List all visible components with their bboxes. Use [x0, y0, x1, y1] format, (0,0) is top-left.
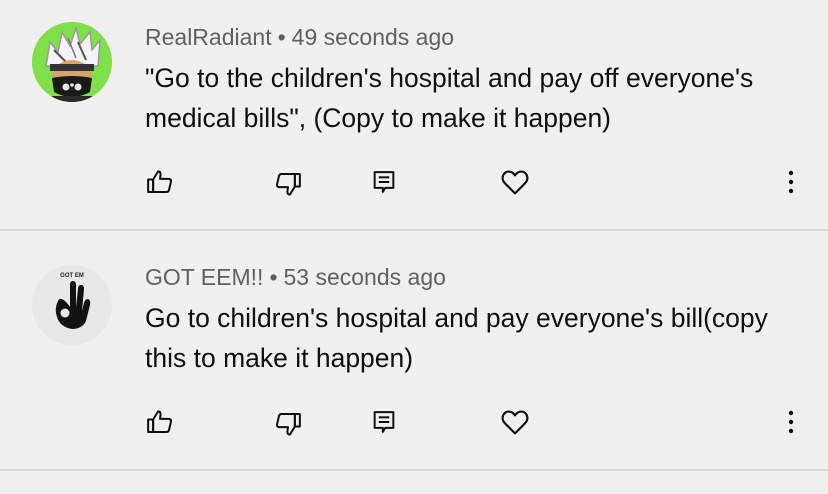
comment-meta: GOT EEM!! • 53 seconds ago — [145, 264, 446, 291]
thumbs-up-icon — [147, 410, 173, 433]
comment-timestamp[interactable]: 53 seconds ago — [284, 264, 446, 290]
author-name[interactable]: GOT EEM!! — [145, 264, 263, 290]
heart-button[interactable] — [493, 400, 537, 444]
comment-item: GOT EM GOT EEM!! • 53 seconds ago Go to ch… — [0, 240, 828, 470]
dislike-button[interactable] — [266, 402, 310, 446]
author-avatar[interactable]: GOT EM — [32, 265, 112, 345]
masked-character-avatar-icon — [32, 22, 112, 102]
like-button[interactable] — [138, 160, 182, 204]
comment-meta: RealRadiant • 49 seconds ago — [145, 24, 454, 51]
more-actions-button[interactable] — [769, 160, 813, 204]
comment-item: RealRadiant • 49 seconds ago "Go to the ch… — [0, 0, 828, 230]
reply-button[interactable] — [362, 400, 406, 444]
thumbs-down-icon — [275, 173, 301, 196]
reply-button[interactable] — [362, 160, 406, 204]
comment-divider — [0, 229, 828, 231]
more-vertical-icon — [788, 170, 794, 194]
heart-icon — [501, 410, 529, 435]
dislike-button[interactable] — [266, 162, 310, 206]
meta-separator: • — [269, 264, 278, 290]
more-vertical-icon — [788, 410, 794, 434]
thumbs-down-icon — [275, 413, 301, 436]
avatar-caption: GOT EM — [60, 273, 84, 279]
reply-icon — [373, 411, 395, 433]
comment-text: "Go to the children's hospital and pay o… — [145, 63, 754, 133]
heart-icon — [501, 170, 529, 195]
author-name[interactable]: RealRadiant — [145, 24, 272, 50]
comment-text: Go to children's hospital and pay everyo… — [145, 303, 768, 373]
comment-timestamp[interactable]: 49 seconds ago — [292, 24, 454, 50]
author-avatar[interactable] — [32, 22, 112, 102]
meta-separator: • — [277, 24, 286, 50]
thumbs-up-icon — [147, 170, 173, 193]
comment-divider — [0, 469, 828, 471]
like-button[interactable] — [138, 400, 182, 444]
more-actions-button[interactable] — [769, 400, 813, 444]
reply-icon — [373, 171, 395, 193]
heart-button[interactable] — [493, 160, 537, 204]
ok-hand-avatar-icon: GOT EM — [32, 265, 112, 345]
